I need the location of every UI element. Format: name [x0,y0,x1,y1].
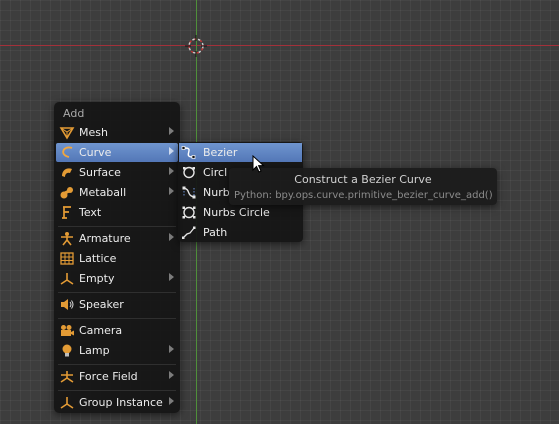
menu-item-armature[interactable]: Armature [56,229,178,248]
lamp-icon [59,343,75,358]
menu-item-label: Text [79,206,102,219]
add-menu-title: Add [63,107,85,120]
menu-item-metaball[interactable]: Metaball [56,183,178,202]
x-axis-line [0,45,559,46]
menu-item-group-instance[interactable]: Group Instance [56,393,178,412]
3d-cursor-icon[interactable] [185,35,207,57]
menu-item-empty[interactable]: Empty [56,269,178,288]
menu-item-label: Surface [79,166,121,179]
submenu-item-bezier[interactable]: Bezier [179,143,302,162]
submenu-item-label: Nurbs Circle [203,206,270,219]
submenu-arrow-icon [169,187,174,195]
menu-item-label: Empty [79,272,115,285]
submenu-arrow-icon [169,147,174,155]
add-menu: Add Mesh Curve Surface Metaball Text Arm… [54,102,180,413]
bezier-curve-icon [181,145,197,160]
lattice-icon [59,251,75,266]
tooltip-title: Construct a Bezier Curve [294,173,432,186]
menu-item-label: Camera [79,324,123,337]
submenu-item-label: Path [203,226,228,239]
menu-separator [58,390,176,391]
empty-icon [59,271,75,286]
menu-separator [58,318,176,319]
submenu-item-label: Bezier [203,146,238,159]
menu-item-lattice[interactable]: Lattice [56,249,178,268]
menu-separator [58,226,176,227]
mesh-icon [59,125,75,140]
submenu-item-label: Circl [203,166,228,179]
menu-item-label: Mesh [79,126,108,139]
nurbs-curve-icon [181,185,197,200]
text-icon [59,205,75,220]
submenu-arrow-icon [169,345,174,353]
menu-separator [58,292,176,293]
menu-item-speaker[interactable]: Speaker [56,295,178,314]
menu-item-lamp[interactable]: Lamp [56,341,178,360]
tooltip-python: Python: bpy.ops.curve.primitive_bezier_c… [234,190,493,201]
menu-item-label: Metaball [79,186,127,199]
submenu-arrow-icon [169,127,174,135]
submenu-arrow-icon [169,397,174,405]
menu-item-label: Lamp [79,344,110,357]
path-icon [181,225,197,240]
menu-item-label: Speaker [79,298,124,311]
speaker-icon [59,297,75,312]
mouse-pointer-icon [252,155,265,174]
bezier-circle-icon [181,165,197,180]
menu-item-label: Armature [79,232,131,245]
submenu-item-nurbs-circle[interactable]: Nurbs Circle [179,203,302,222]
menu-item-label: Curve [79,146,112,159]
submenu-arrow-icon [169,167,174,175]
nurbs-circle-icon [181,205,197,220]
submenu-arrow-icon [169,233,174,241]
menu-item-label: Force Field [79,370,138,383]
tooltip: Construct a Bezier Curve Python: bpy.ops… [229,168,497,205]
menu-item-camera[interactable]: Camera [56,321,178,340]
curve-icon [59,145,75,160]
menu-item-surface[interactable]: Surface [56,163,178,182]
metaball-icon [59,185,75,200]
menu-item-curve[interactable]: Curve [56,143,178,162]
submenu-arrow-icon [169,371,174,379]
camera-icon [59,323,75,338]
group-instance-icon [59,395,75,410]
menu-item-text[interactable]: Text [56,203,178,222]
force-field-icon [59,369,75,384]
submenu-item-path[interactable]: Path [179,223,302,242]
armature-icon [59,231,75,246]
menu-item-force-field[interactable]: Force Field [56,367,178,386]
menu-item-label: Group Instance [79,396,163,409]
menu-item-label: Lattice [79,252,117,265]
surface-icon [59,165,75,180]
menu-item-mesh[interactable]: Mesh [56,123,178,142]
submenu-item-label: Nurb [203,186,230,199]
submenu-arrow-icon [169,273,174,281]
menu-separator [58,364,176,365]
